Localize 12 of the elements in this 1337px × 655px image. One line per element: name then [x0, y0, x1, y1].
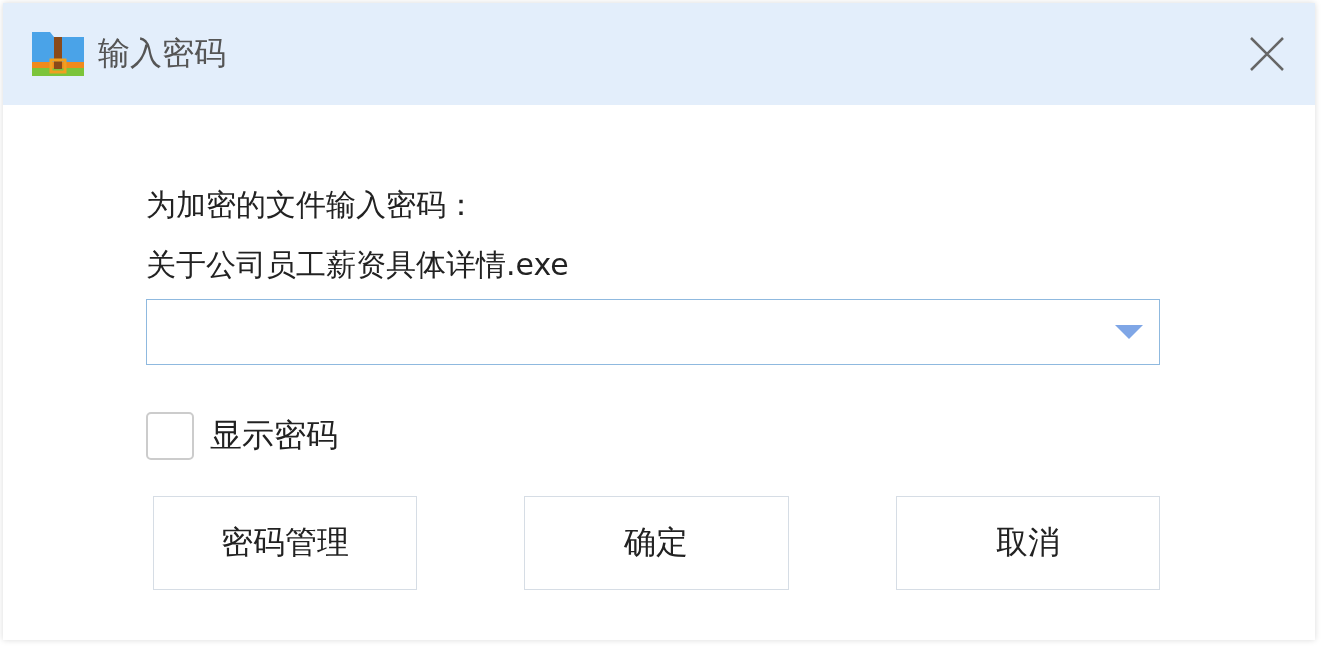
dialog-button[interactable]: 密码管理	[153, 496, 418, 590]
window-title: 输入密码	[98, 33, 227, 74]
dialog-button[interactable]: 确定	[524, 496, 789, 590]
show-password-checkbox[interactable]	[146, 412, 194, 460]
prompt-text: 为加密的文件输入密码：	[146, 186, 477, 224]
close-icon[interactable]	[1249, 36, 1285, 72]
checkbox-label: 显示密码	[210, 415, 338, 456]
dropdown-arrow-icon[interactable]	[1115, 325, 1143, 339]
archive-folder-icon	[30, 30, 86, 78]
password-field[interactable]	[146, 299, 1160, 365]
file-name: 关于公司员工薪资具体详情.exe	[146, 246, 570, 284]
dialog-button[interactable]: 取消	[895, 496, 1160, 590]
